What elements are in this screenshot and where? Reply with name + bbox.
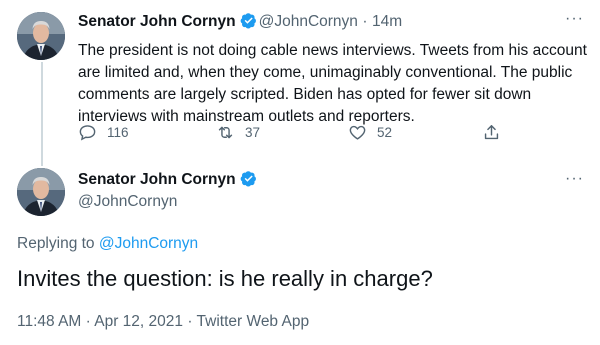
avatar[interactable] xyxy=(17,168,65,216)
retweet-count: 37 xyxy=(245,125,261,140)
main-tweet-text: Invites the question: is he really in ch… xyxy=(17,266,433,291)
tweet-actions: 116 37 52 xyxy=(78,123,518,147)
author-handle[interactable]: @JohnCornyn xyxy=(259,13,358,30)
reply-icon xyxy=(79,125,96,141)
more-options-icon[interactable]: ··· xyxy=(565,170,584,188)
thread-connector-line xyxy=(41,62,43,166)
like-count: 52 xyxy=(377,125,393,140)
retweet-icon xyxy=(218,126,233,139)
avatar-photo-icon xyxy=(17,168,65,216)
author-name[interactable]: Senator John Cornyn xyxy=(78,171,236,188)
tweet-header: Senator John Cornyn @JohnCornyn · 14m xyxy=(78,12,402,31)
verified-badge-icon xyxy=(240,171,256,187)
like-button[interactable]: 52 xyxy=(348,123,392,142)
avatar-photo-icon xyxy=(17,12,65,60)
verified-badge-icon xyxy=(240,13,256,29)
replying-to-mention-link[interactable]: @JohnCornyn xyxy=(99,235,198,252)
author-handle[interactable]: @JohnCornyn xyxy=(78,193,177,211)
reply-count: 116 xyxy=(107,125,129,140)
author-name[interactable]: Senator John Cornyn xyxy=(78,13,236,30)
author-header: Senator John Cornyn xyxy=(78,170,259,189)
separator-dot: · xyxy=(362,13,368,30)
tweet-timestamp[interactable]: 11:48 AM · Apr 12, 2021 · Twitter Web Ap… xyxy=(17,313,309,331)
reply-button[interactable]: 116 xyxy=(78,123,129,142)
tweet-time[interactable]: 14m xyxy=(372,13,402,30)
avatar[interactable] xyxy=(17,12,65,60)
retweet-button[interactable]: 37 xyxy=(216,123,260,142)
share-icon xyxy=(484,125,499,140)
heart-icon xyxy=(349,125,366,140)
share-button[interactable] xyxy=(482,123,511,142)
replying-to-label: Replying to xyxy=(17,235,95,252)
more-options-icon[interactable]: ··· xyxy=(565,10,584,28)
tweet-text: The president is not doing cable news in… xyxy=(78,42,587,125)
replying-to: Replying to @JohnCornyn xyxy=(17,235,198,253)
